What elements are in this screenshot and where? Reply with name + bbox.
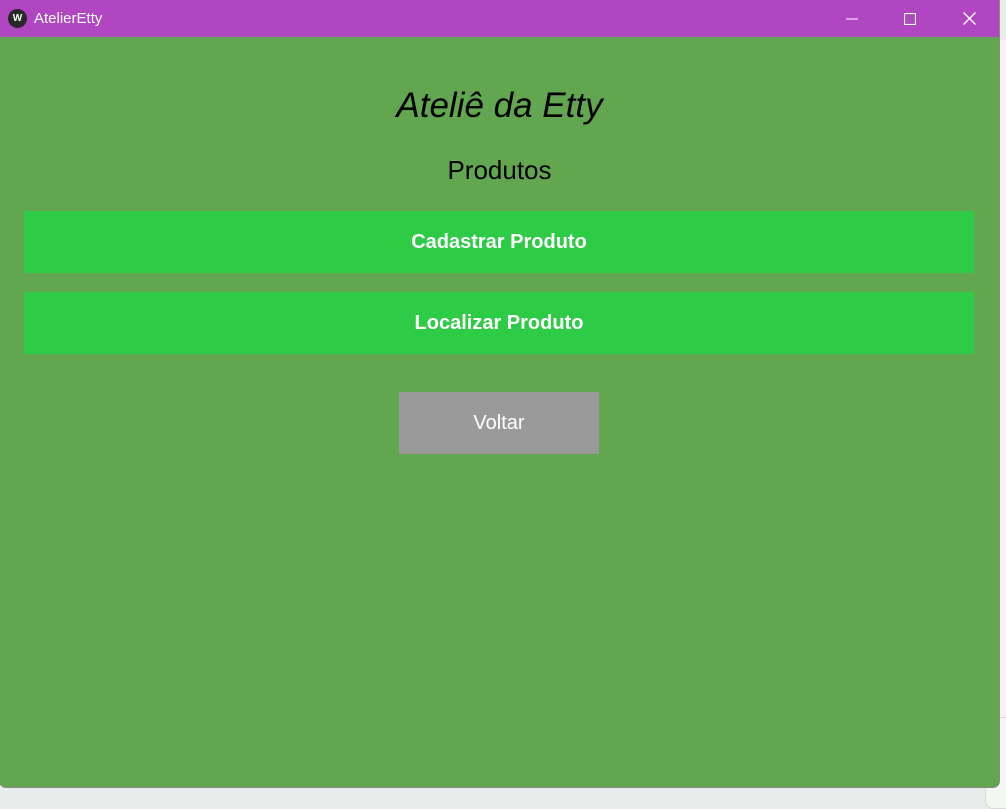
app-title: Ateliê da Etty [396,86,603,125]
app-window: W AtelierEtty Ateliê da Etty Produtos Ca… [0,0,999,787]
close-button[interactable] [940,0,998,37]
maximize-button[interactable] [881,0,939,37]
cadastrar-produto-button[interactable]: Cadastrar Produto [24,211,974,273]
minimize-icon [846,18,858,19]
app-icon: W [8,9,27,28]
localizar-produto-button[interactable]: Localizar Produto [24,292,974,354]
window-titlebar[interactable]: W AtelierEtty [0,0,999,37]
desktop-background-edge [998,40,1006,793]
close-icon [962,12,976,25]
window-title: AtelierEtty [34,10,103,27]
section-title: Produtos [447,155,552,185]
minimize-button[interactable] [823,0,881,37]
maximize-icon [904,12,916,25]
voltar-button[interactable]: Voltar [399,392,599,454]
